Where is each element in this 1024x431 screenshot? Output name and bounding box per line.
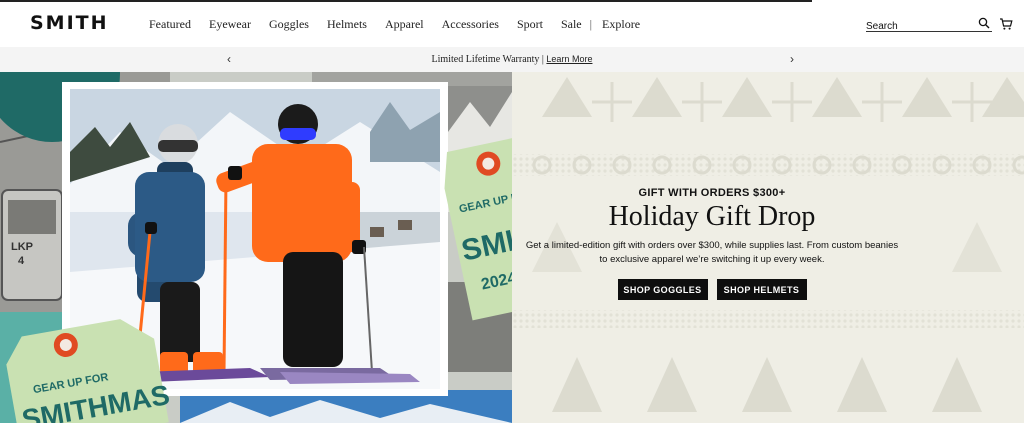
nav-accessories[interactable]: Accessories (442, 17, 499, 32)
nav-apparel[interactable]: Apparel (385, 17, 424, 32)
hero-banner: LKP 4 GEAR UP FOR SMITHMAS 2024 GEAR UP … (0, 72, 1024, 423)
promo-message: Limited Lifetime Warranty | Learn More (0, 54, 1024, 65)
nav-goggles[interactable]: Goggles (269, 17, 309, 32)
nav-featured[interactable]: Featured (149, 17, 191, 32)
hero-buttons: SHOP GOGGLES SHOP HELMETS (512, 279, 912, 300)
hero-copy: GIFT WITH ORDERS $300+ Holiday Gift Drop… (512, 187, 912, 300)
hero-collage: LKP 4 GEAR UP FOR SMITHMAS 2024 GEAR UP … (0, 72, 512, 423)
promo-bar: ‹ Limited Lifetime Warranty | Learn More… (0, 47, 1024, 72)
smith-logo[interactable]: SMITH (30, 12, 109, 34)
search-box (866, 16, 992, 32)
shop-helmets-button[interactable]: SHOP HELMETS (716, 279, 807, 300)
search-input[interactable] (866, 21, 971, 32)
hero-eyebrow: GIFT WITH ORDERS $300+ (638, 187, 786, 199)
hero-title: Holiday Gift Drop (608, 201, 816, 232)
page-bottom-space (0, 423, 1024, 431)
nav-separator: | (589, 17, 593, 31)
nav-sport[interactable]: Sport (517, 17, 543, 32)
hero-body: Get a limited-edition gift with orders o… (525, 240, 899, 265)
learn-more-link[interactable]: Learn More (546, 54, 592, 64)
nav-explore[interactable]: Explore (602, 17, 640, 32)
search-icon[interactable] (978, 17, 990, 29)
nav-eyewear[interactable]: Eyewear (209, 17, 251, 32)
nav-sale[interactable]: Sale (561, 17, 582, 32)
main-nav: Featured Eyewear Goggles Helmets Apparel… (149, 17, 658, 32)
gondola-label: LKP (11, 241, 33, 253)
site-header: SMITH Featured Eyewear Goggles Helmets A… (0, 2, 1024, 47)
gondola-number: 4 (18, 255, 25, 267)
collage-illustration: LKP 4 GEAR UP FOR SMITHMAS 2024 GEAR UP … (0, 72, 512, 423)
nav-helmets[interactable]: Helmets (327, 17, 367, 32)
promo-text: Limited Lifetime Warranty | (431, 54, 547, 65)
cart-icon[interactable] (999, 17, 1013, 31)
promo-next-arrow[interactable]: › (790, 52, 794, 66)
shop-goggles-button[interactable]: SHOP GOGGLES (617, 279, 708, 300)
